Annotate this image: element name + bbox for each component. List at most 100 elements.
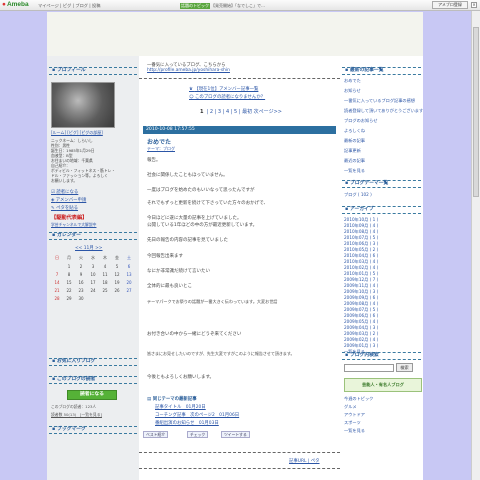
profile-avatar[interactable] [51,82,115,128]
calendar-day [123,294,135,302]
latest-item[interactable]: お知らせ [344,88,361,94]
calendar-day[interactable]: 9 [75,270,87,278]
promo-title[interactable]: 【駆動代表編】 [51,214,87,221]
calendar-day[interactable]: 5 [111,262,123,270]
calendar-day[interactable]: 22 [63,286,75,294]
theme-item[interactable]: ブログ ( 102 ) [344,192,372,198]
topic-ticker[interactable]: 話題のトピック 【発売開始】「なでしこ」で… [180,3,265,9]
topic-text[interactable]: 【発売開始】「なでしこ」で… [211,3,265,8]
ameba-header-bar: ●Ameba マイページ | ピグ | ブログ | 投稿 話題のトピック 【発売開… [0,0,480,11]
amember-link[interactable]: ◈ アメンバー申請 [51,197,86,203]
calendar-day[interactable]: 1 [63,262,75,270]
calendar-weekdays: 日 月 火 水 木 金 土 [51,254,135,262]
calendar-day[interactable]: 21 [51,286,63,294]
related-item[interactable]: コーチング記事 次のページ2 01月06日 [155,412,239,418]
calendar-day [99,294,111,302]
post-theme[interactable]: テーマ：ブログ [147,146,175,152]
best-share-button[interactable]: ベスト紹介 [143,431,169,438]
category-item[interactable]: スポーツ [344,420,361,426]
vertical-scrollbar[interactable] [471,11,480,480]
latest-item[interactable]: ブログのお知らせ [344,118,377,124]
become-reader-link[interactable]: ☺ このブログの読者になりませんか？ [189,94,265,100]
calendar-day [87,294,99,302]
reader-list-link[interactable]: 読者数 50(13) [一覧を見る] [51,412,102,418]
calendar-day[interactable]: 2 [75,262,87,270]
category-item[interactable]: 今週のトピック [344,396,373,402]
tweet-button[interactable]: ツイートする [221,431,250,438]
related-item[interactable]: 番組出演のお知らせ 01月03日 [155,420,219,426]
blog-search-input[interactable] [344,364,394,372]
register-button[interactable]: アメブロ登録 [432,1,468,9]
calendar-day[interactable]: 6 [123,262,135,270]
calendar-day[interactable]: 13 [123,270,135,278]
calendar-day[interactable]: 3 [87,262,99,270]
page-4[interactable]: 4 [226,109,229,115]
calendar-day[interactable]: 27 [123,286,135,294]
post-paragraph: 全体的に最も良いとこ [147,284,192,289]
latest-item[interactable]: 一覧を見る [344,168,365,174]
latest-item[interactable]: よろしくね [344,128,365,134]
calendar-day[interactable]: 25 [99,286,111,294]
calendar-month[interactable]: << 11月 >> [75,245,103,251]
page-5[interactable]: 5 [234,109,237,115]
post-title[interactable]: おめでた [147,137,171,146]
calendar-day[interactable]: 15 [63,278,75,286]
calendar-day[interactable]: 20 [123,278,135,286]
scrollbar-thumb[interactable] [473,27,479,197]
page-1[interactable]: 1 [200,109,203,115]
page-3[interactable]: 3 [218,109,221,115]
top-nav[interactable]: マイページ | ピグ | ブログ | 投稿 [38,3,100,9]
become-reader-button[interactable]: 読者になる [67,390,117,400]
reader-link-label[interactable]: 読者になる [56,190,78,195]
page-2[interactable]: 2 [210,109,213,115]
latest-item[interactable]: 一番気に入っているブログ記事の感想 [344,98,415,104]
calendar-day[interactable]: 10 [87,270,99,278]
celebrity-blog-banner[interactable]: 芸能人・有名人ブログ [344,378,422,392]
calendar-day[interactable]: 24 [87,286,99,294]
ameba-logo[interactable]: ●Ameba [2,1,29,8]
latest-item[interactable]: 読者登録して頂いてありがとうございます [344,108,423,114]
latest-item[interactable]: 最新の記事 [344,138,365,144]
become-reader-label[interactable]: このブログの読者になりませんか？ [195,95,265,100]
calendar-day[interactable]: 29 [63,294,75,302]
calendar-day[interactable]: 16 [75,278,87,286]
related-item[interactable]: 記事タイトル 01月20日 [155,404,206,410]
reader-link[interactable]: ☑ 読者になる [51,189,78,195]
category-item[interactable]: 一覧を見る [344,428,365,434]
divider [139,452,340,453]
amember-link-label[interactable]: アメンバー申請 [56,198,87,203]
calendar-day[interactable]: 26 [111,286,123,294]
calendar-day[interactable]: 7 [51,270,63,278]
promo-sub[interactable]: 学芸チャンネルで大解説中 [51,222,96,228]
amember-list-label[interactable]: 【現在1位】アメンバー記事一覧 [194,87,258,92]
amember-list-link[interactable]: ♛ 【現在1位】アメンバー記事一覧 [189,86,258,92]
calendar-day[interactable]: 28 [51,294,63,302]
peta-link-label[interactable]: ペタを貼る [56,206,78,211]
close-icon[interactable]: × [471,2,477,8]
search-button[interactable]: 検索 [396,363,413,372]
calendar-day[interactable]: 23 [75,286,87,294]
related-heading-label: 同じテーマの最新記事 [152,397,197,402]
check-button[interactable]: チェック [187,431,209,438]
calendar-day[interactable]: 19 [111,278,123,286]
latest-item[interactable]: 最近の記事 [344,158,365,164]
first-page-link[interactable]: 最初 [242,109,252,115]
calendar-day[interactable]: 4 [99,262,111,270]
calendar-day[interactable]: 18 [99,278,111,286]
calendar-day[interactable]: 14 [51,278,63,286]
footer-link[interactable]: 記事URL | ペタ [289,458,320,464]
category-item[interactable]: アウトドア [344,412,365,418]
category-item[interactable]: グルメ [344,404,357,410]
peta-link[interactable]: ✎ ペタを貼る [51,205,78,211]
calendar-day[interactable]: 17 [87,278,99,286]
calendar-day[interactable]: 12 [111,270,123,278]
profile-links[interactable]: [ルーム] [ピグ] [ピグの部屋] [51,130,103,136]
calendar-day[interactable]: 30 [75,294,87,302]
latest-item[interactable]: おめでた [344,78,361,84]
search-heading: ブログ内検索 [342,352,421,360]
intro-url[interactable]: http://profile.ameba.jp/yoshihara-shin [147,68,230,73]
calendar-day[interactable]: 11 [99,270,111,278]
latest-item[interactable]: 記事更新 [344,148,361,154]
next-page-link[interactable]: 次ページ>> [254,109,282,115]
calendar-day[interactable]: 8 [63,270,75,278]
